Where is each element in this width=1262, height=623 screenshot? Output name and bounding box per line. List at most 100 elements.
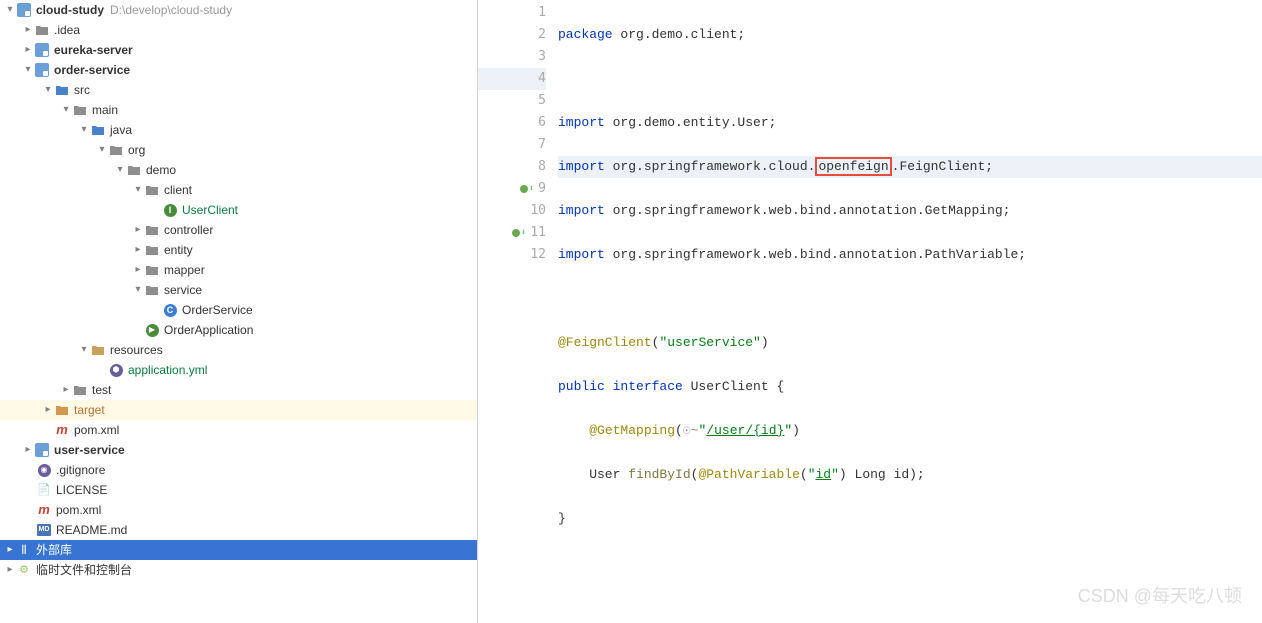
package-icon: [144, 222, 160, 238]
keyword: import: [558, 159, 605, 174]
tree-order-service[interactable]: ▾ order-service: [0, 60, 477, 80]
chevron-right-icon[interactable]: ▸: [132, 240, 144, 260]
string: ": [831, 467, 839, 482]
tree-label: order-service: [54, 60, 130, 80]
tree-test[interactable]: ▸ test: [0, 380, 477, 400]
highlighted-text: openfeign: [815, 157, 891, 176]
chevron-right-icon[interactable]: ▸: [42, 400, 54, 420]
tree-label: user-service: [54, 440, 125, 460]
tree-mapper[interactable]: ▸ mapper: [0, 260, 477, 280]
chevron-right-icon[interactable]: ▸: [22, 40, 34, 60]
tree-label: resources: [110, 340, 163, 360]
tree-main[interactable]: ▾ main: [0, 100, 477, 120]
line-number: 2: [538, 24, 546, 46]
chevron-down-icon[interactable]: ▾: [60, 100, 72, 120]
maven-icon: m: [54, 422, 70, 438]
chevron-down-icon[interactable]: ▾: [42, 80, 54, 100]
tree-eureka[interactable]: ▸ eureka-server: [0, 40, 477, 60]
chevron-down-icon[interactable]: ▾: [4, 0, 16, 20]
chevron-right-icon[interactable]: ▸: [22, 20, 34, 40]
code-area[interactable]: package org.demo.client; import org.demo…: [554, 0, 1262, 623]
tree-demo[interactable]: ▾ demo: [0, 160, 477, 180]
chevron-down-icon[interactable]: ▾: [22, 60, 34, 80]
indent: [558, 423, 589, 438]
tree-userclient[interactable]: I UserClient: [0, 200, 477, 220]
code-text: ): [792, 423, 800, 438]
text-file-icon: 📄: [36, 482, 52, 498]
package-icon: [144, 182, 160, 198]
tree-label: application.yml: [128, 360, 207, 380]
tree-label: OrderService: [182, 300, 253, 320]
code-text: org.demo.entity.User;: [605, 115, 777, 130]
tree-appyml[interactable]: ⬢ application.yml: [0, 360, 477, 380]
tree-label: UserClient: [182, 200, 238, 220]
package-icon: [144, 282, 160, 298]
tree-label: 外部库: [36, 540, 72, 560]
tree-service[interactable]: ▾ service: [0, 280, 477, 300]
code-editor[interactable]: 1 2 3 4 5 6 7 8 ⬇9 10 ⬇11 12 package org…: [478, 0, 1262, 623]
chevron-right-icon[interactable]: ▸: [60, 380, 72, 400]
chevron-down-icon[interactable]: ▾: [96, 140, 108, 160]
tree-root[interactable]: ▾ cloud-study D:\develop\cloud-study: [0, 0, 477, 20]
tree-client[interactable]: ▾ client: [0, 180, 477, 200]
tree-label: test: [92, 380, 111, 400]
tree-org[interactable]: ▾ org: [0, 140, 477, 160]
tree-controller[interactable]: ▸ controller: [0, 220, 477, 240]
tree-java[interactable]: ▾ java: [0, 120, 477, 140]
tree-label: src: [74, 80, 90, 100]
tree-label: entity: [164, 240, 193, 260]
tree-idea[interactable]: ▸ .idea: [0, 20, 477, 40]
chevron-down-icon[interactable]: ▾: [78, 120, 90, 140]
tree-label: mapper: [164, 260, 205, 280]
tree-scratches[interactable]: ▸ ⚙ 临时文件和控制台: [0, 560, 477, 580]
chevron-down-icon[interactable]: ▾: [132, 280, 144, 300]
chevron-right-icon[interactable]: ▸: [4, 560, 16, 580]
line-number: 12: [530, 244, 546, 266]
chevron-down-icon[interactable]: ▾: [132, 180, 144, 200]
tree-readme[interactable]: MD README.md: [0, 520, 477, 540]
chevron-right-icon[interactable]: ▸: [132, 260, 144, 280]
tree-license[interactable]: 📄 LICENSE: [0, 480, 477, 500]
chevron-down-icon[interactable]: ▾: [114, 160, 126, 180]
line-number: 3: [538, 46, 546, 68]
code-text: .FeignClient;: [892, 159, 993, 174]
tree-pomxml[interactable]: m pom.xml: [0, 420, 477, 440]
tree-target[interactable]: ▸ target: [0, 400, 477, 420]
tree-external-libraries[interactable]: ▸ ⫴ 外部库: [0, 540, 477, 560]
tree-label: service: [164, 280, 202, 300]
gutter-icons[interactable]: ⬇: [520, 178, 534, 200]
project-tree[interactable]: ▾ cloud-study D:\develop\cloud-study ▸ .…: [0, 0, 478, 623]
tree-label: 临时文件和控制台: [36, 560, 132, 580]
package-icon: [144, 262, 160, 278]
yml-icon: ⬢: [108, 362, 124, 378]
module-icon: [34, 62, 50, 78]
tree-entity[interactable]: ▸ entity: [0, 240, 477, 260]
string: "userService": [659, 335, 760, 350]
tree-orderservice[interactable]: C OrderService: [0, 300, 477, 320]
library-icon: ⫴: [16, 542, 32, 558]
tree-pomxml2[interactable]: m pom.xml: [0, 500, 477, 520]
line-number: 9: [538, 178, 546, 200]
chevron-right-icon[interactable]: ▸: [132, 220, 144, 240]
implementation-icon: ⬇: [529, 178, 534, 200]
tree-gitignore[interactable]: ◉ .gitignore: [0, 460, 477, 480]
string: /user/{id}: [706, 423, 784, 438]
code-text: ) Long id);: [839, 467, 925, 482]
tree-orderapp[interactable]: ▶ OrderApplication: [0, 320, 477, 340]
keyword: public interface: [558, 379, 691, 394]
keyword: import: [558, 247, 605, 262]
tree-label: .idea: [54, 20, 80, 40]
chevron-right-icon[interactable]: ▸: [4, 540, 16, 560]
tree-resources[interactable]: ▾ resources: [0, 340, 477, 360]
tree-label: eureka-server: [54, 40, 133, 60]
gutter-icons[interactable]: ⬇: [512, 222, 526, 244]
string: ": [808, 467, 816, 482]
resources-folder-icon: [90, 342, 106, 358]
chevron-right-icon[interactable]: ▸: [22, 440, 34, 460]
tree-label: .gitignore: [56, 460, 105, 480]
tree-label: target: [74, 400, 105, 420]
tree-user-service[interactable]: ▸ user-service: [0, 440, 477, 460]
chevron-down-icon[interactable]: ▾: [78, 340, 90, 360]
method-name: findById: [628, 467, 690, 482]
tree-src[interactable]: ▾ src: [0, 80, 477, 100]
